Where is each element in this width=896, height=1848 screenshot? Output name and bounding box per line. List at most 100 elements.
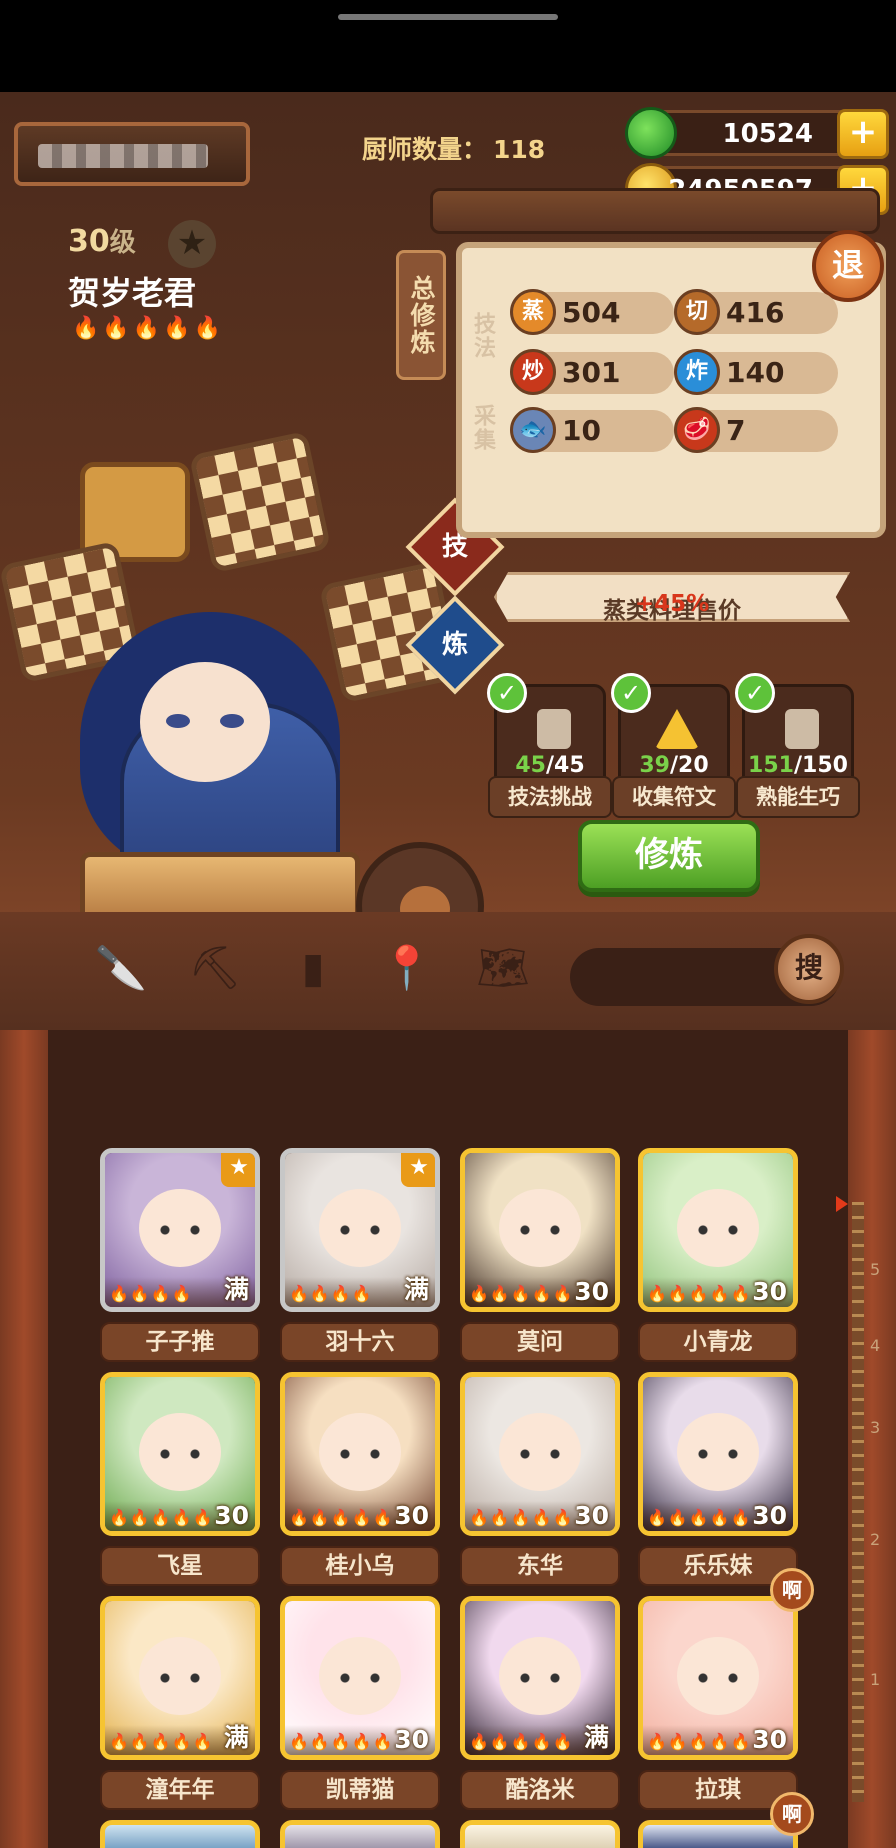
stat-item: 🐟 10 xyxy=(510,407,674,453)
star-icon: ★ xyxy=(401,1153,435,1187)
shovel-icon[interactable]: ⛏ xyxy=(188,940,242,996)
task-progress-current: 39 xyxy=(639,753,670,778)
chef-card-name[interactable]: 凯蒂猫 xyxy=(280,1770,440,1810)
chef-level-badge: 30 xyxy=(394,1501,429,1530)
ruler-number: 1 xyxy=(870,1670,881,1689)
jade-amount: 10524 xyxy=(722,119,813,149)
stat-value: 504 xyxy=(562,296,621,329)
jade-icon xyxy=(625,107,677,159)
chef-count-label: 厨师数量： xyxy=(362,135,488,164)
chef-card[interactable]: 🔥🔥🔥🔥🔥 30 xyxy=(460,1148,620,1312)
chef-tag-badge: 啊 xyxy=(770,1792,814,1836)
chef-card[interactable] xyxy=(280,1820,440,1848)
left-pillar-decoration xyxy=(0,1030,48,1848)
add-jade-button[interactable]: + xyxy=(837,109,889,159)
chef-card-name[interactable]: 莫问 xyxy=(460,1322,620,1362)
chef-card[interactable]: 🔥🔥🔥🔥🔥 30 xyxy=(280,1372,440,1536)
meat-icon: 🥩 xyxy=(674,407,720,453)
chef-card-name[interactable]: 小青龙 xyxy=(638,1322,798,1362)
chef-level-badge: 30 xyxy=(752,1501,787,1530)
stat-type-icon: 切 xyxy=(674,289,720,335)
chef-card[interactable]: 🔥🔥🔥🔥🔥 30 xyxy=(638,1596,798,1760)
chef-card[interactable]: 🔥🔥🔥🔥🔥 30 xyxy=(638,1148,798,1312)
chef-portrait-eyes xyxy=(339,1449,381,1459)
chef-flame-rating: 🔥🔥🔥🔥🔥 xyxy=(469,1508,574,1527)
checker-cube-decoration xyxy=(188,430,332,574)
chef-portrait-eyes xyxy=(339,1225,381,1235)
search-button[interactable]: 搜 xyxy=(774,934,844,1004)
chef-flame-rating: 🔥🔥🔥🔥🔥 xyxy=(289,1732,394,1751)
ruler-number: 4 xyxy=(870,1336,881,1355)
stat-item: 蒸 504 xyxy=(510,289,674,335)
task-label: 收集符文 xyxy=(612,776,736,818)
chef-portrait-eyes xyxy=(519,1673,561,1683)
stat-type-icon: 炒 xyxy=(510,349,556,395)
chef-level-badge: 30 xyxy=(752,1725,787,1754)
ruler-number: 2 xyxy=(870,1530,881,1549)
chef-card[interactable] xyxy=(460,1820,620,1848)
chef-card-name[interactable]: 子子推 xyxy=(100,1322,260,1362)
scroll-icon xyxy=(785,709,819,749)
game-screen: 厨师数量：118 10524 + 24950597 + 30级 ★ 贺岁老君 🔥… xyxy=(0,92,896,1848)
player-name-plate[interactable] xyxy=(14,122,250,186)
chef-card[interactable]: 🔥🔥🔥🔥 满 ★ xyxy=(100,1148,260,1312)
chef-flame-rating: 🔥🔥🔥🔥🔥 xyxy=(647,1284,752,1303)
train-button[interactable]: 修炼 xyxy=(578,820,760,892)
chef-card-name[interactable]: 羽十六 xyxy=(280,1322,440,1362)
gather-section-label: 采集 xyxy=(470,404,495,452)
chef-card[interactable]: 🔥🔥🔥🔥🔥 30 xyxy=(638,1372,798,1536)
task-progress-total: /45 xyxy=(545,753,585,778)
knife-icon[interactable]: 🔪 xyxy=(94,940,148,996)
task-progress: 39/20 xyxy=(621,753,727,778)
star-icon: ★ xyxy=(221,1153,255,1187)
chef-card[interactable]: 🔥🔥🔥🔥🔥 满 xyxy=(100,1596,260,1760)
chef-portrait-eyes xyxy=(697,1673,739,1683)
map-icon[interactable]: 🗺 xyxy=(476,940,530,996)
chef-flame-rating: 🔥🔥🔥🔥🔥 xyxy=(469,1284,574,1303)
chef-level-badge: 30 xyxy=(752,1277,787,1306)
scroll-ruler[interactable] xyxy=(852,1202,864,1802)
check-icon: ✓ xyxy=(487,673,527,713)
chef-portrait-eyes xyxy=(697,1225,739,1235)
chef-level-badge: 满 xyxy=(403,1275,429,1304)
star-icon[interactable]: ★ xyxy=(168,220,216,268)
chef-flame-rating: 🔥🔥🔥🔥🔥 xyxy=(647,1508,752,1527)
exit-button[interactable]: 退 xyxy=(812,230,884,302)
chef-character-art xyxy=(0,372,484,972)
chef-card-name[interactable]: 酷洛米 xyxy=(460,1770,620,1810)
scroll-position-marker[interactable] xyxy=(836,1196,848,1212)
chef-card-name[interactable]: 桂小乌 xyxy=(280,1546,440,1586)
stat-item: 切 416 xyxy=(674,289,838,335)
chef-flame-rating: 🔥🔥🔥🔥🔥 xyxy=(109,1508,214,1527)
chef-grid: 54321 🔥🔥🔥🔥 满 ★ 子子推 🔥🔥🔥🔥 满 ★ 羽十六 🔥🔥🔥🔥🔥 30 莫问 🔥🔥🔥🔥🔥 30… xyxy=(0,1030,896,1848)
chef-flame-rating: 🔥🔥🔥🔥🔥 xyxy=(647,1732,752,1751)
chef-card[interactable] xyxy=(100,1820,260,1848)
stat-item: 炒 301 xyxy=(510,349,674,395)
chef-card-name[interactable]: 飞星 xyxy=(100,1546,260,1586)
task-label: 技法挑战 xyxy=(488,776,612,818)
location-pin-icon[interactable]: 📍 xyxy=(380,940,434,996)
tab-total-training[interactable]: 总修炼 xyxy=(396,250,446,380)
chef-portrait-eyes xyxy=(697,1449,739,1459)
chef-portrait-eyes xyxy=(339,1673,381,1683)
stat-value: 140 xyxy=(726,356,785,389)
chef-card[interactable]: 🔥🔥🔥🔥🔥 30 xyxy=(100,1372,260,1536)
chef-level-badge: 满 xyxy=(223,1723,249,1752)
chef-card-name[interactable]: 东华 xyxy=(460,1546,620,1586)
chef-level-unit: 级 xyxy=(109,228,136,258)
stat-type-icon: 炸 xyxy=(674,349,720,395)
chef-flame-rating: 🔥🔥🔥🔥 xyxy=(289,1284,373,1303)
chef-card[interactable]: 🔥🔥🔥🔥🔥 30 xyxy=(460,1372,620,1536)
chef-card[interactable]: 🔥🔥🔥🔥🔥 30 xyxy=(280,1596,440,1760)
chef-card[interactable]: 🔥🔥🔥🔥 满 ★ xyxy=(280,1148,440,1312)
chef-level-badge: 30 xyxy=(574,1501,609,1530)
chef-card-name[interactable]: 潼年年 xyxy=(100,1770,260,1810)
chef-card[interactable]: 🔥🔥🔥🔥🔥 满 xyxy=(460,1596,620,1760)
status-bar xyxy=(0,0,896,92)
task-progress: 45/45 xyxy=(497,753,603,778)
jar-icon[interactable]: ▮ xyxy=(286,940,340,996)
chef-level-badge: 30 xyxy=(214,1501,249,1530)
home-indicator[interactable] xyxy=(338,14,558,20)
stat-item: 炸 140 xyxy=(674,349,838,395)
ruler-number: 5 xyxy=(870,1260,881,1279)
